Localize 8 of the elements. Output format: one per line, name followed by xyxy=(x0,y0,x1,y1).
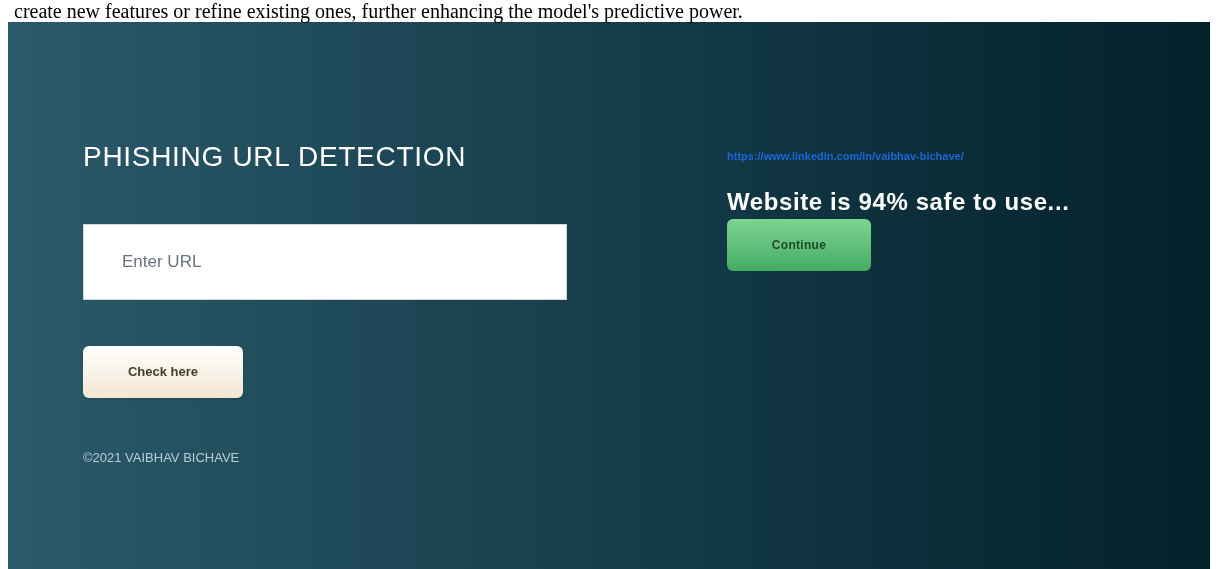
profile-link[interactable]: https://www.linkedin.com/in/vaibhav-bichave/ xyxy=(727,150,1057,163)
page-title: PHISHING URL DETECTION xyxy=(83,140,467,174)
document-text: create new features or refine existing ones, further enhancing the model's predictive power. xyxy=(14,0,743,22)
continue-button[interactable]: Continue xyxy=(727,219,871,271)
check-button[interactable]: Check here xyxy=(83,346,243,398)
result-message: Website is 94% safe to use... xyxy=(727,187,1070,217)
copyright-text: ©2021 VAIBHAV BICHAVE xyxy=(83,449,240,467)
url-input-field[interactable]: Enter URL xyxy=(83,224,567,300)
